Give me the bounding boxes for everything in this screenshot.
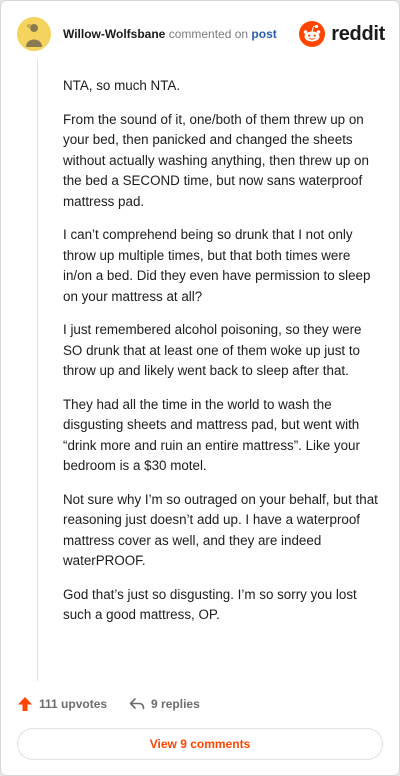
view-comments-button[interactable]: View 9 comments bbox=[17, 728, 383, 760]
reddit-logo-icon bbox=[299, 21, 326, 47]
comment-header: Willow-Wolfsbane commented on post reddi… bbox=[15, 15, 385, 55]
comment-paragraph: From the sound of it, one/both of them t… bbox=[63, 111, 369, 209]
replies-button[interactable]: 9 replies bbox=[129, 696, 200, 712]
comment-card: Willow-Wolfsbane commented on post reddi… bbox=[0, 0, 400, 776]
upvote-button[interactable]: 111 upvotes bbox=[17, 696, 107, 712]
comment-paragraph: Not sure why I’m so outraged on your beh… bbox=[63, 491, 378, 569]
comment-paragraph: I can’t comprehend being so drunk that I… bbox=[63, 227, 371, 304]
post-link[interactable]: post bbox=[251, 27, 276, 41]
author-line: Willow-Wolfsbane commented on post bbox=[63, 27, 277, 41]
upvote-count: 111 upvotes bbox=[39, 697, 108, 711]
comment-paragraph: NTA, so much NTA. bbox=[63, 78, 181, 93]
reddit-brand[interactable]: reddit bbox=[299, 19, 385, 49]
reply-arrow-icon bbox=[129, 698, 145, 710]
author-name[interactable]: Willow-Wolfsbane bbox=[63, 27, 165, 41]
comment-paragraph: I just remembered alcohol poisoning, so … bbox=[63, 322, 362, 378]
comment-body: NTA, so much NTA. From the sound of it, … bbox=[63, 76, 381, 639]
brand-wordmark: reddit bbox=[331, 22, 385, 45]
thread-line[interactable] bbox=[37, 59, 38, 681]
upvote-arrow-icon bbox=[18, 697, 32, 711]
comment-action-text: commented on bbox=[168, 27, 249, 41]
comment-paragraph: God that’s just so disgusting. I’m so so… bbox=[63, 586, 357, 623]
snoo-avatar-icon[interactable] bbox=[17, 17, 51, 51]
comment-actions: 111 upvotes 9 replies bbox=[17, 693, 200, 715]
comment-paragraph: They had all the time in the world to wa… bbox=[63, 396, 360, 474]
reply-count: 9 replies bbox=[151, 697, 200, 711]
